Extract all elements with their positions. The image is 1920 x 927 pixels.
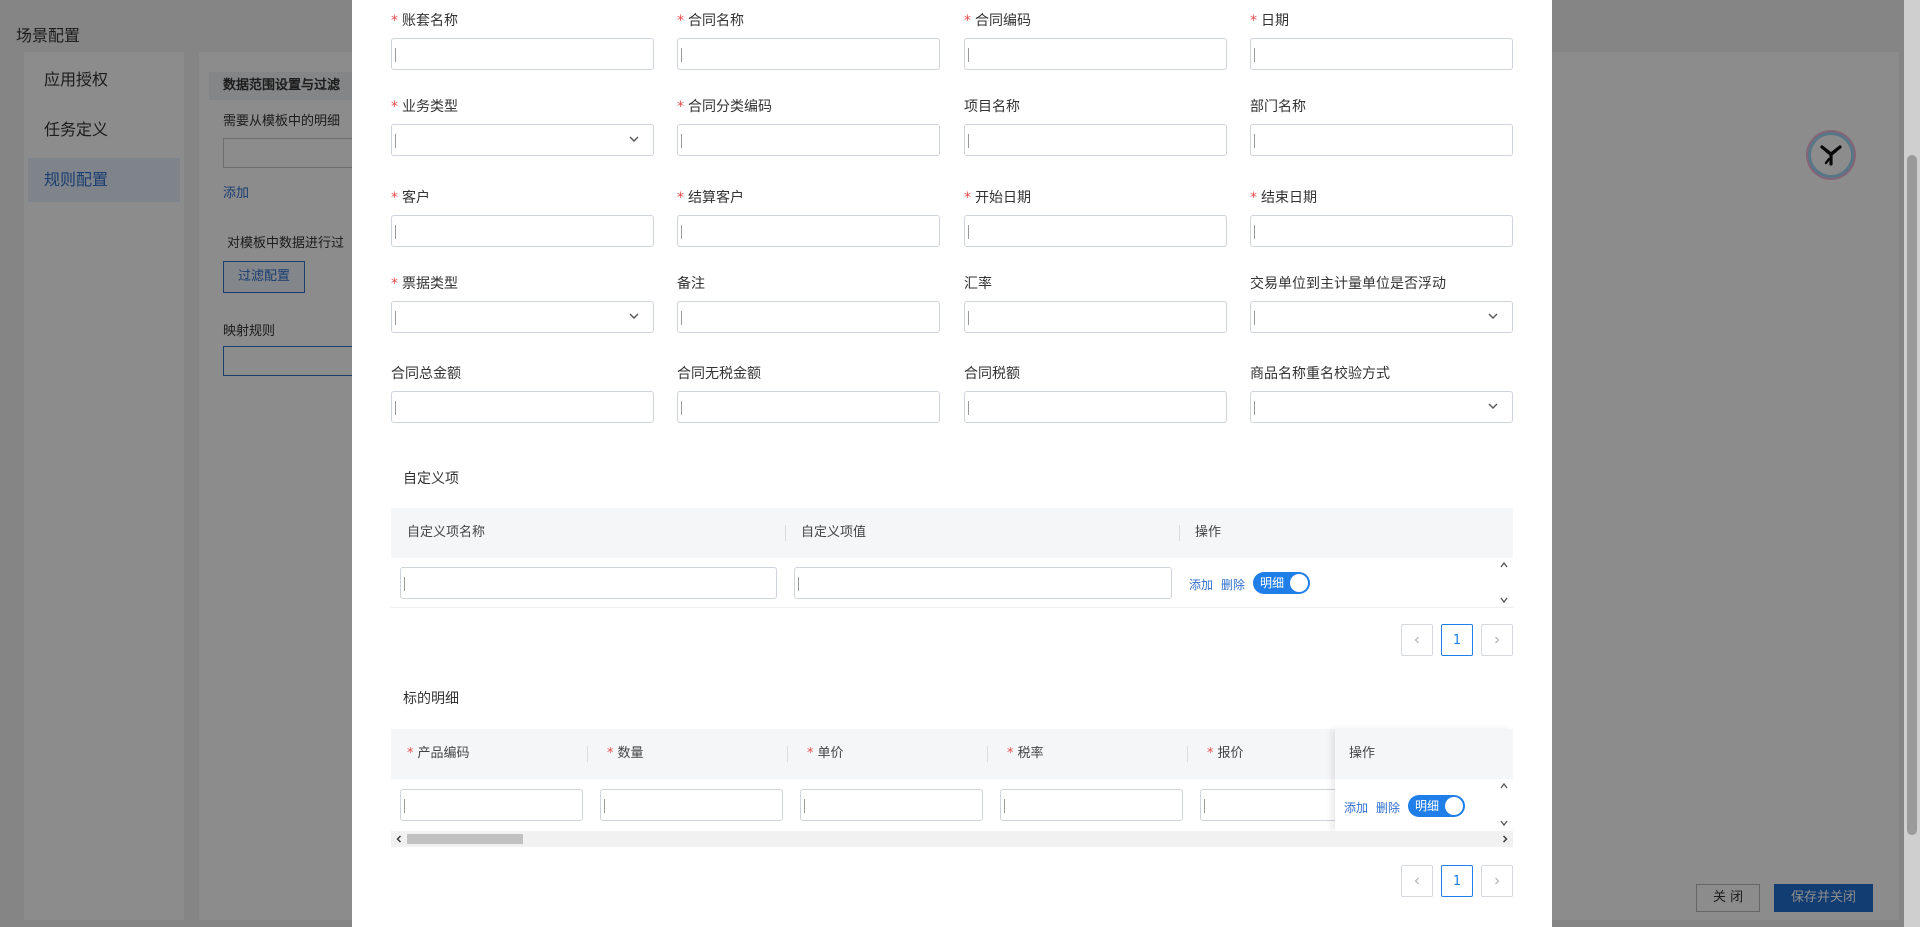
quantity-input[interactable] <box>600 789 783 821</box>
prev-page-button[interactable] <box>1401 865 1433 897</box>
account-set-input[interactable] <box>391 38 654 70</box>
chevron-down-icon <box>629 313 639 319</box>
chevron-down-icon[interactable] <box>1499 595 1509 605</box>
chevron-down-icon <box>629 136 639 142</box>
column-header-unit-price: * 单价 <box>807 746 844 761</box>
horizontal-scrollbar[interactable] <box>391 831 1513 847</box>
column-header-quantity: * 数量 <box>607 746 644 761</box>
field-label: 结算客户 <box>688 190 744 206</box>
column-header: 自定义项名称 <box>407 525 486 540</box>
field-label: 票据类型 <box>402 276 458 292</box>
field-label: 商品名称重名校验方式 <box>1250 366 1390 382</box>
column-header: 自定义项值 <box>801 525 867 540</box>
column-header: 操作 <box>1195 525 1222 540</box>
chevron-down-icon <box>1488 313 1498 319</box>
bill-type-select[interactable] <box>391 301 654 333</box>
tax-rate-input[interactable] <box>1000 789 1183 821</box>
contract-code-input[interactable] <box>964 38 1227 70</box>
field-label: 开始日期 <box>975 190 1031 206</box>
chevron-right-icon[interactable] <box>1500 834 1510 844</box>
customer-input[interactable] <box>391 215 654 247</box>
scroll-thumb[interactable] <box>407 834 523 844</box>
custom-name-input[interactable] <box>400 567 777 599</box>
page-scrollbar[interactable] <box>1904 0 1920 927</box>
contract-category-input[interactable] <box>677 124 940 156</box>
toggle-label: 明细 <box>1260 576 1285 590</box>
detail-pagination: 1 <box>1401 865 1513 897</box>
field-label: 结束日期 <box>1261 190 1317 206</box>
field-label: 客户 <box>402 190 430 206</box>
table-row: 添加 删除 明细 <box>391 558 1513 608</box>
table-header: 自定义项名称 自定义项值 操作 <box>391 508 1513 558</box>
custom-pagination: 1 <box>1401 624 1513 656</box>
chevron-left-icon[interactable] <box>394 834 404 844</box>
detail-toggle[interactable]: 明细 <box>1253 572 1310 594</box>
chevron-up-icon[interactable] <box>1499 560 1509 570</box>
tax-amount-input[interactable] <box>964 391 1227 423</box>
department-name-input[interactable] <box>1250 124 1513 156</box>
field-label: 合同总金额 <box>391 366 461 382</box>
date-input[interactable] <box>1250 38 1513 70</box>
settlement-customer-input[interactable] <box>677 215 940 247</box>
add-row-link[interactable]: 添加 <box>1189 576 1213 593</box>
custom-section-title: 自定义项 <box>403 471 459 487</box>
field-label: 汇率 <box>964 276 992 292</box>
field-label: 合同税额 <box>964 366 1020 382</box>
chevron-left-icon <box>1414 636 1419 644</box>
custom-value-input[interactable] <box>794 567 1172 599</box>
chevron-right-icon <box>1495 636 1500 644</box>
page-number-button[interactable]: 1 <box>1441 624 1473 656</box>
detail-toggle[interactable]: 明细 <box>1408 795 1465 817</box>
amount-no-tax-input[interactable] <box>677 391 940 423</box>
product-code-input[interactable] <box>400 789 583 821</box>
exchange-rate-input[interactable] <box>964 301 1227 333</box>
row-scrollbar[interactable] <box>1497 558 1511 608</box>
field-label: 合同编码 <box>975 13 1031 29</box>
column-header-operation: 操作 <box>1349 746 1376 761</box>
chevron-down-icon <box>1488 403 1498 409</box>
next-page-button[interactable] <box>1481 624 1513 656</box>
total-amount-input[interactable] <box>391 391 654 423</box>
add-row-link[interactable]: 添加 <box>1344 799 1368 816</box>
chevron-left-icon <box>1414 877 1419 885</box>
field-label: 日期 <box>1261 13 1289 29</box>
row-scrollbar[interactable] <box>1497 779 1511 831</box>
field-label: 业务类型 <box>402 99 458 115</box>
next-page-button[interactable] <box>1481 865 1513 897</box>
chevron-down-icon[interactable] <box>1499 818 1509 828</box>
unit-price-input[interactable] <box>800 789 983 821</box>
field-label: 部门名称 <box>1250 99 1306 115</box>
duplicate-check-select[interactable] <box>1250 391 1513 423</box>
end-date-input[interactable] <box>1250 215 1513 247</box>
contract-name-input[interactable] <box>677 38 940 70</box>
column-header-product-code: * 产品编码 <box>407 746 470 761</box>
field-label: 账套名称 <box>402 13 458 29</box>
page-number-button[interactable]: 1 <box>1441 865 1473 897</box>
column-header-quote: * 报价 <box>1207 746 1244 761</box>
chevron-right-icon <box>1495 877 1500 885</box>
field-label: 合同无税金额 <box>677 366 761 382</box>
prev-page-button[interactable] <box>1401 624 1433 656</box>
unit-float-select[interactable] <box>1250 301 1513 333</box>
field-label: 合同名称 <box>688 13 744 29</box>
delete-row-link[interactable]: 删除 <box>1221 576 1245 593</box>
business-type-select[interactable] <box>391 124 654 156</box>
field-label: 交易单位到主计量单位是否浮动 <box>1250 276 1446 292</box>
detail-section-title: 标的明细 <box>403 691 459 707</box>
chevron-up-icon[interactable] <box>1499 781 1509 791</box>
column-header-tax-rate: * 税率 <box>1007 746 1044 761</box>
field-label: 备注 <box>677 276 705 292</box>
project-name-input[interactable] <box>964 124 1227 156</box>
toggle-label: 明细 <box>1415 799 1440 813</box>
operation-column: 操作 添加 删除 明细 <box>1335 729 1513 831</box>
field-label: 合同分类编码 <box>688 99 772 115</box>
field-label: 项目名称 <box>964 99 1020 115</box>
delete-row-link[interactable]: 删除 <box>1376 799 1400 816</box>
start-date-input[interactable] <box>964 215 1227 247</box>
remark-input[interactable] <box>677 301 940 333</box>
rule-config-modal: * 账套名称 * 合同名称 * 合同编码 * 日期 * 业务类型 * 合同分类编码 项目名称 <box>352 0 1552 927</box>
